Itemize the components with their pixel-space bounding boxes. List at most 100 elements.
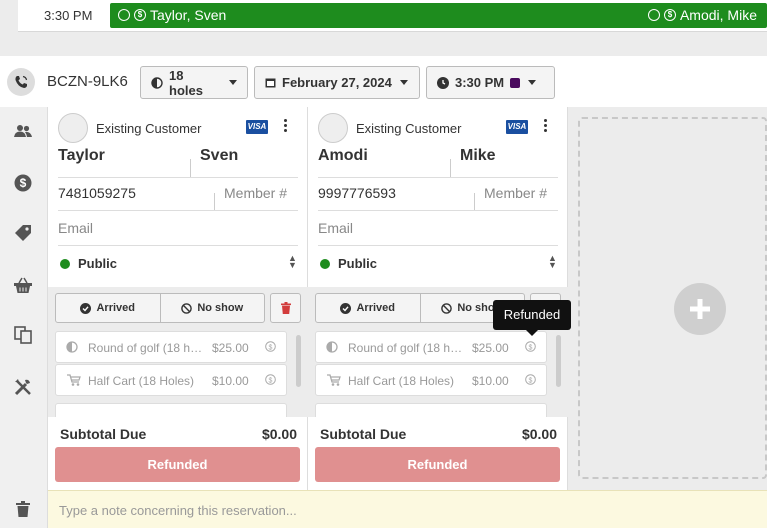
copy-icon[interactable] bbox=[13, 325, 33, 345]
avatar bbox=[318, 113, 348, 143]
svg-text:$: $ bbox=[269, 377, 273, 384]
list-item[interactable]: Half Cart (18 Holes) $10.00 $ bbox=[315, 364, 547, 396]
visa-card-icon: VISA bbox=[246, 120, 268, 134]
golf-icon bbox=[326, 341, 338, 356]
rate-select[interactable]: Public bbox=[338, 256, 377, 271]
refund-status-icon[interactable]: $ bbox=[265, 341, 276, 355]
add-player-zone[interactable] bbox=[578, 117, 767, 479]
refund-status-icon[interactable]: $ bbox=[525, 341, 536, 355]
player-slot-right[interactable]: $ Amodi, Mike bbox=[647, 7, 757, 23]
add-player-button[interactable] bbox=[674, 283, 726, 335]
sort-arrows-icon[interactable]: ▲ ▼ bbox=[288, 254, 297, 270]
refunded-button[interactable]: Refunded bbox=[315, 447, 560, 482]
list-item[interactable]: Round of golf (18 holes) $25.00 $ bbox=[315, 331, 547, 363]
cart-icon bbox=[326, 374, 342, 389]
no-show-label: No show bbox=[197, 302, 244, 314]
email-field[interactable]: Email bbox=[318, 220, 353, 236]
avatar bbox=[58, 113, 88, 143]
svg-text:$: $ bbox=[529, 377, 533, 384]
sort-arrows-icon[interactable]: ▲ ▼ bbox=[548, 254, 557, 270]
divider bbox=[190, 159, 191, 177]
tee-time-label: 3:30 PM bbox=[44, 8, 93, 23]
phone-field[interactable]: 9997776593 bbox=[318, 185, 396, 201]
dollar-icon[interactable]: $ bbox=[13, 173, 33, 193]
member-number-field[interactable]: Member # bbox=[484, 185, 547, 201]
player-card: Existing Customer VISA Amodi Mike 999777… bbox=[308, 107, 568, 490]
svg-text:$: $ bbox=[269, 344, 273, 351]
time-value: 3:30 PM bbox=[455, 75, 505, 90]
date-dropdown[interactable]: February 27, 2024 bbox=[254, 66, 420, 99]
subtotal-value: $0.00 bbox=[261, 426, 297, 442]
tee-sheet-row[interactable]: 3:30 PM $ Taylor, Sven $ Amodi, Mike bbox=[18, 0, 767, 32]
ban-icon bbox=[181, 302, 193, 314]
players-panel: Existing Customer VISA Taylor Sven 74810… bbox=[48, 107, 767, 490]
refunded-button[interactable]: Refunded bbox=[55, 447, 300, 482]
player-name: Taylor, Sven bbox=[150, 7, 227, 23]
arrived-button[interactable]: Arrived bbox=[56, 294, 160, 322]
tee-sheet-strip: 3:30 PM $ Taylor, Sven $ Amodi, Mike bbox=[0, 0, 767, 56]
member-number-field[interactable]: Member # bbox=[224, 185, 287, 201]
more-options-icon[interactable] bbox=[544, 119, 548, 134]
list-item[interactable] bbox=[55, 403, 287, 417]
check-circle-icon bbox=[340, 302, 352, 314]
svg-text:$: $ bbox=[20, 176, 27, 190]
date-value: February 27, 2024 bbox=[282, 75, 392, 90]
last-name-field[interactable]: Mike bbox=[460, 147, 496, 165]
divider bbox=[214, 193, 215, 211]
item-name: Round of golf (18 holes) bbox=[348, 341, 468, 355]
refunded-tooltip: Refunded bbox=[493, 300, 571, 336]
holes-dropdown[interactable]: 18 holes bbox=[140, 66, 248, 99]
tools-icon[interactable] bbox=[13, 377, 33, 397]
divider bbox=[58, 245, 298, 246]
tag-icon[interactable] bbox=[13, 223, 33, 243]
phone-icon bbox=[15, 75, 28, 88]
items-scrollbar[interactable] bbox=[556, 335, 561, 387]
subtotal-label: Subtotal Due bbox=[320, 426, 407, 442]
list-item[interactable]: Round of golf (18 holes) $25.00 $ bbox=[55, 331, 287, 363]
first-name-field[interactable]: Taylor bbox=[58, 147, 105, 165]
phone-field[interactable]: 7481059275 bbox=[58, 185, 136, 201]
item-name: Half Cart (18 Holes) bbox=[348, 374, 455, 388]
refund-status-icon[interactable]: $ bbox=[525, 374, 536, 388]
phone-button[interactable] bbox=[7, 68, 35, 96]
users-icon[interactable] bbox=[13, 121, 33, 141]
reservation-bar[interactable]: $ Taylor, Sven $ Amodi, Mike bbox=[110, 3, 767, 28]
chevron-down-icon bbox=[528, 80, 537, 85]
rate-status-dot bbox=[320, 259, 330, 269]
delete-player-button[interactable] bbox=[270, 293, 301, 323]
checkin-button-group: Arrived No show bbox=[55, 293, 265, 323]
rate-status-dot bbox=[60, 259, 70, 269]
divider bbox=[474, 193, 475, 211]
list-item[interactable] bbox=[315, 403, 547, 417]
refund-status-icon[interactable]: $ bbox=[265, 374, 276, 388]
email-field[interactable]: Email bbox=[58, 220, 93, 236]
trash-icon[interactable] bbox=[13, 499, 33, 519]
more-options-icon[interactable] bbox=[284, 119, 288, 134]
trash-icon bbox=[280, 302, 291, 314]
customer-type-label: Existing Customer bbox=[356, 121, 462, 136]
no-show-button[interactable]: No show bbox=[159, 294, 265, 322]
dollar-circle-icon: $ bbox=[134, 9, 146, 21]
items-scrollbar[interactable] bbox=[296, 335, 301, 387]
item-price: $10.00 bbox=[472, 374, 509, 388]
arrived-label: Arrived bbox=[96, 302, 136, 314]
item-price: $25.00 bbox=[472, 341, 509, 355]
plus-icon bbox=[690, 299, 710, 319]
last-name-field[interactable]: Sven bbox=[200, 147, 238, 165]
player-slot-left[interactable]: $ Taylor, Sven bbox=[118, 7, 226, 23]
divider bbox=[58, 210, 298, 211]
first-name-field[interactable]: Amodi bbox=[318, 147, 368, 165]
rate-select[interactable]: Public bbox=[78, 256, 117, 271]
divider bbox=[450, 159, 451, 177]
svg-text:$: $ bbox=[529, 344, 533, 351]
basket-icon[interactable] bbox=[13, 275, 33, 295]
player-card: Existing Customer VISA Taylor Sven 74810… bbox=[48, 107, 308, 490]
reservation-note-input[interactable]: Type a note concerning this reservation.… bbox=[48, 490, 767, 528]
time-dropdown[interactable]: 3:30 PM bbox=[426, 66, 555, 99]
arrived-label: Arrived bbox=[356, 302, 396, 314]
ban-icon bbox=[441, 302, 453, 314]
player-name: Amodi, Mike bbox=[679, 7, 757, 23]
arrived-button[interactable]: Arrived bbox=[316, 294, 420, 322]
list-item[interactable]: Half Cart (18 Holes) $10.00 $ bbox=[55, 364, 287, 396]
clock-icon bbox=[437, 76, 449, 89]
